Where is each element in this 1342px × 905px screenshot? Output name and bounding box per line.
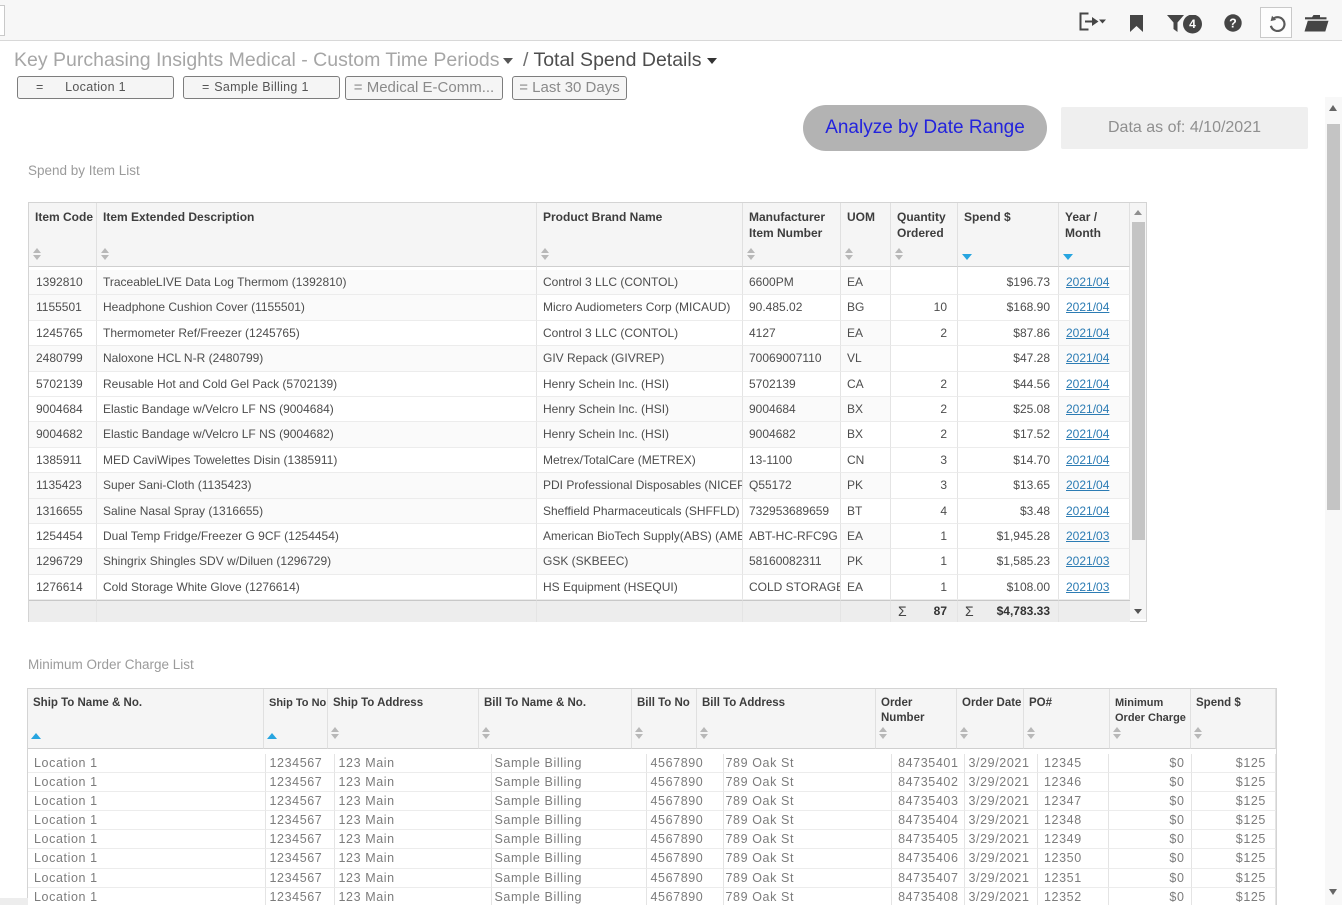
svg-text:?: ? <box>1229 16 1237 30</box>
svg-text:4: 4 <box>1189 17 1196 31</box>
